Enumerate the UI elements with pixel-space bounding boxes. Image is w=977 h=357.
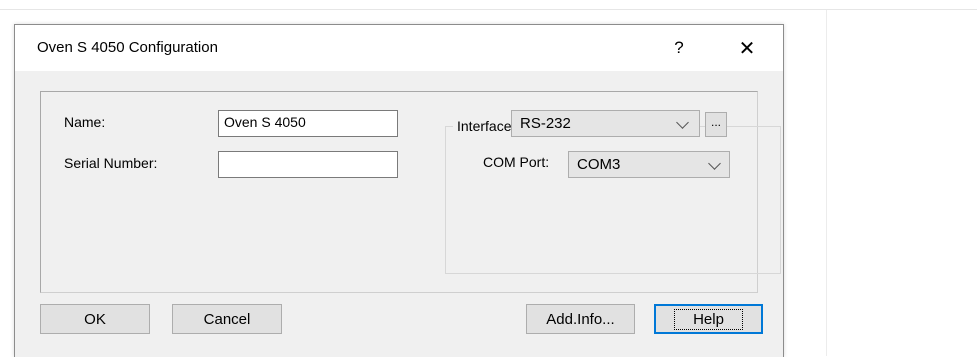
help-title-button[interactable]: ? — [657, 34, 701, 62]
settings-panel: Name: Oven S 4050 Serial Number: Interfa… — [40, 91, 781, 293]
background-divider — [826, 10, 827, 356]
close-button[interactable]: ✕ — [725, 34, 769, 62]
com-port-value: COM3 — [577, 156, 621, 173]
serial-number-field[interactable] — [218, 151, 398, 178]
interface-group — [445, 126, 781, 274]
help-button[interactable]: Help — [654, 304, 763, 334]
cancel-button[interactable]: Cancel — [172, 304, 282, 334]
add-info-button-label: Add.Info... — [546, 310, 615, 328]
interface-dropdown[interactable]: RS-232 — [511, 110, 700, 137]
com-port-label: COM Port: — [483, 154, 550, 170]
ok-button[interactable]: OK — [40, 304, 150, 334]
background-divider — [0, 9, 977, 10]
com-port-dropdown[interactable]: COM3 — [568, 151, 730, 178]
ok-button-label: OK — [84, 310, 106, 328]
name-label: Name: — [64, 114, 106, 130]
interface-value: RS-232 — [520, 115, 571, 132]
close-icon: ✕ — [738, 37, 756, 60]
configuration-dialog: Oven S 4050 Configuration ? ✕ Name: Oven… — [14, 24, 784, 357]
interface-label: Interface: — [453, 118, 520, 134]
serial-number-label: Serial Number: — [64, 155, 158, 171]
help-button-label: Help — [674, 308, 743, 330]
chevron-down-icon — [676, 116, 689, 129]
question-icon: ? — [674, 38, 684, 57]
title-bar: Oven S 4050 Configuration ? ✕ — [15, 25, 783, 71]
chevron-down-icon — [708, 157, 721, 170]
interface-settings-button[interactable]: ... — [705, 112, 727, 137]
cancel-button-label: Cancel — [203, 310, 251, 328]
name-field[interactable]: Oven S 4050 — [218, 110, 398, 137]
add-info-button[interactable]: Add.Info... — [526, 304, 635, 334]
dialog-title: Oven S 4050 Configuration — [37, 39, 218, 56]
